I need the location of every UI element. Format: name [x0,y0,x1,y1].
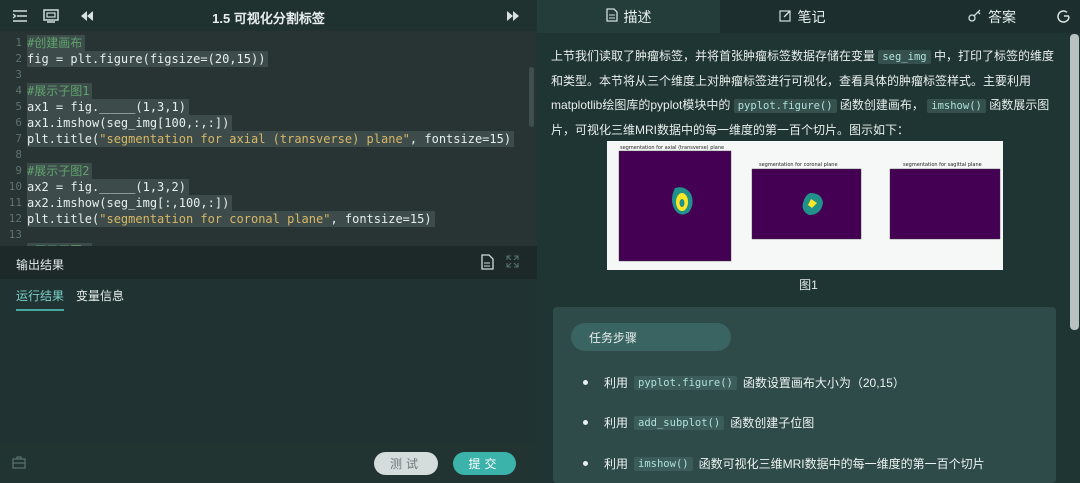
line-number: 1 [15,36,22,49]
segmentation-figure: segmentation for axial (transverse) plan… [607,141,1003,270]
subplot-title-sagittal: segmentation for sagittal plane [903,162,982,168]
step-code: pyplot.figure() [634,375,737,390]
code-text: #展示子图2 [27,163,93,179]
line-number: 9 [15,164,22,177]
code-pyplot-figure: pyplot.figure() [733,99,837,113]
code-editor[interactable]: 1 #创建画布 2 fig = plt.figure(figsize=(20,15))… [0,31,537,246]
task-title: 任务步骤 [571,323,731,351]
submit-button[interactable]: 提交 [453,452,516,475]
code-line[interactable]: 13 [0,227,537,243]
code-text: ax1 = fig._____(1,3,1) [27,99,189,115]
line-number: 3 [15,68,22,81]
task-step: 利用 imshow() 函数可视化三维MRI数据中的每一维度的第一百个切片 [583,455,985,472]
line-number: 7 [15,132,22,145]
code-text: plt.title("segmentation for coronal plan… [27,211,435,227]
tab-variable-info[interactable]: 变量信息 [76,287,124,309]
line-number: 8 [15,148,22,161]
code-imshow: imshow() [927,99,986,113]
line-number: 5 [15,100,22,113]
code-line[interactable]: 9 #展示子图2 [0,163,537,179]
desc-text-1: 上节我们读取了肿瘤标签，并将首张肿瘤标签数据存储在变量 [551,49,876,63]
tab-answer-label: 答案 [988,8,1016,25]
code-seg-img: seg_img [878,50,931,64]
edit-icon [778,9,792,25]
lesson-title: 1.5 可视化分割标签 [212,11,325,26]
description-pane: 描述 笔记 答案 上节我们读取了肿瘤标签，并将首张肿瘤标签数据存储在变量 seg… [537,0,1080,483]
briefcase-icon[interactable] [12,455,26,474]
code-text: fig = plt.figure(figsize=(20,15)) [27,51,269,67]
bullet-dot [583,380,588,385]
task-step: 利用 pyplot.figure() 函数设置画布大小为（20,15） [583,374,905,391]
line-number: 2 [15,52,22,65]
step-pre: 利用 [604,457,629,471]
task-card: 任务步骤 利用 pyplot.figure() 函数设置画布大小为（20,15）… [553,307,1056,483]
file-icon[interactable] [480,254,494,275]
step-post: 函数设置画布大小为（20,15） [742,376,905,390]
step-post: 函数创建子位图 [730,416,815,430]
subplot-title-coronal: segmentation for coronal plane [759,162,838,168]
tab-notes-label: 笔记 [797,8,826,25]
code-line[interactable]: 7 plt.title("segmentation for axial (tran… [0,131,537,147]
tab-notes[interactable]: 笔记 [752,0,852,33]
code-text: #展示子图1 [27,83,93,99]
figure-caption: 图1 [799,278,818,292]
tab-description-label: 描述 [623,8,652,25]
subplot-title-axial: segmentation for axial (transverse) plan… [620,145,724,151]
desc-text-3: 函数创建画布， [839,98,924,112]
tab-description[interactable]: 描述 [537,0,720,33]
line-number: 13 [8,228,22,241]
code-line[interactable]: 3 [0,67,537,83]
step-pre: 利用 [604,376,629,390]
code-text: ax1.imshow(seg_img[100,:,:]) [27,115,233,131]
task-step: 利用 add_subplot() 函数创建子位图 [583,414,814,431]
step-post: 函数可视化三维MRI数据中的每一维度的第一百个切片 [698,457,985,471]
bullet-dot [583,420,588,425]
code-line[interactable]: 4 #展示子图1 [0,83,537,99]
code-line[interactable]: 6 ax1.imshow(seg_img[100,:,:]) [0,115,537,131]
line-number: 6 [15,116,22,129]
line-number: 12 [8,212,22,225]
line-number: 4 [15,84,22,97]
right-scrollbar[interactable] [1070,34,1079,330]
code-text: ax2.imshow(seg_img[:,100,:]) [27,195,233,211]
code-line[interactable]: 12 plt.title("segmentation for coronal pl… [0,211,537,227]
code-line[interactable]: 1 #创建画布 [0,35,537,51]
test-button[interactable]: 测试 [374,452,438,475]
code-line[interactable]: 2 fig = plt.figure(figsize=(20,15)) [0,51,537,67]
key-icon [968,9,982,25]
code-line[interactable]: 11 ax2.imshow(seg_img[:,100,:]) [0,195,537,211]
editor-toolbar: 1.5 可视化分割标签 [0,0,537,31]
document-icon [605,8,618,25]
refresh-icon[interactable] [1056,9,1071,29]
code-line[interactable]: 8 [0,147,537,163]
description-paragraph: 上节我们读取了肿瘤标签，并将首张肿瘤标签数据存储在变量 seg_img 中，打印… [551,44,1059,142]
expand-icon[interactable] [506,255,519,273]
tab-run-result[interactable]: 运行结果 [16,287,65,311]
code-text: plt.title("segmentation for axial (trans… [27,131,515,147]
step-code: add_subplot() [634,415,725,430]
code-text: ax2 = fig._____(1,3,2) [27,179,189,195]
step-code: imshow() [634,456,693,471]
code-text: #创建画布 [27,35,86,51]
step-pre: 利用 [604,416,629,430]
right-tabs: 描述 笔记 答案 [537,0,1080,33]
editor-scrollbar[interactable] [529,67,534,127]
description-text: 上节我们读取了肿瘤标签，并将首张肿瘤标签数据存储在变量 seg_img 中，打印… [551,44,1059,142]
code-line[interactable]: 5 ax1 = fig._____(1,3,1) [0,99,537,115]
code-line[interactable]: 10 ax2 = fig._____(1,3,2) [0,179,537,195]
line-number: 10 [8,180,22,193]
output-header: 输出结果 [0,246,537,279]
bullet-dot [583,461,588,466]
output-title: 输出结果 [16,258,65,272]
tab-answer[interactable]: 答案 [957,0,1027,33]
next-icon[interactable] [503,6,523,26]
editor-pane: 1.5 可视化分割标签 1 #创建画布 2 fig = plt.figure(figs… [0,0,537,483]
output-body: 运行结果 变量信息 [0,279,537,443]
line-number: 11 [8,196,22,209]
